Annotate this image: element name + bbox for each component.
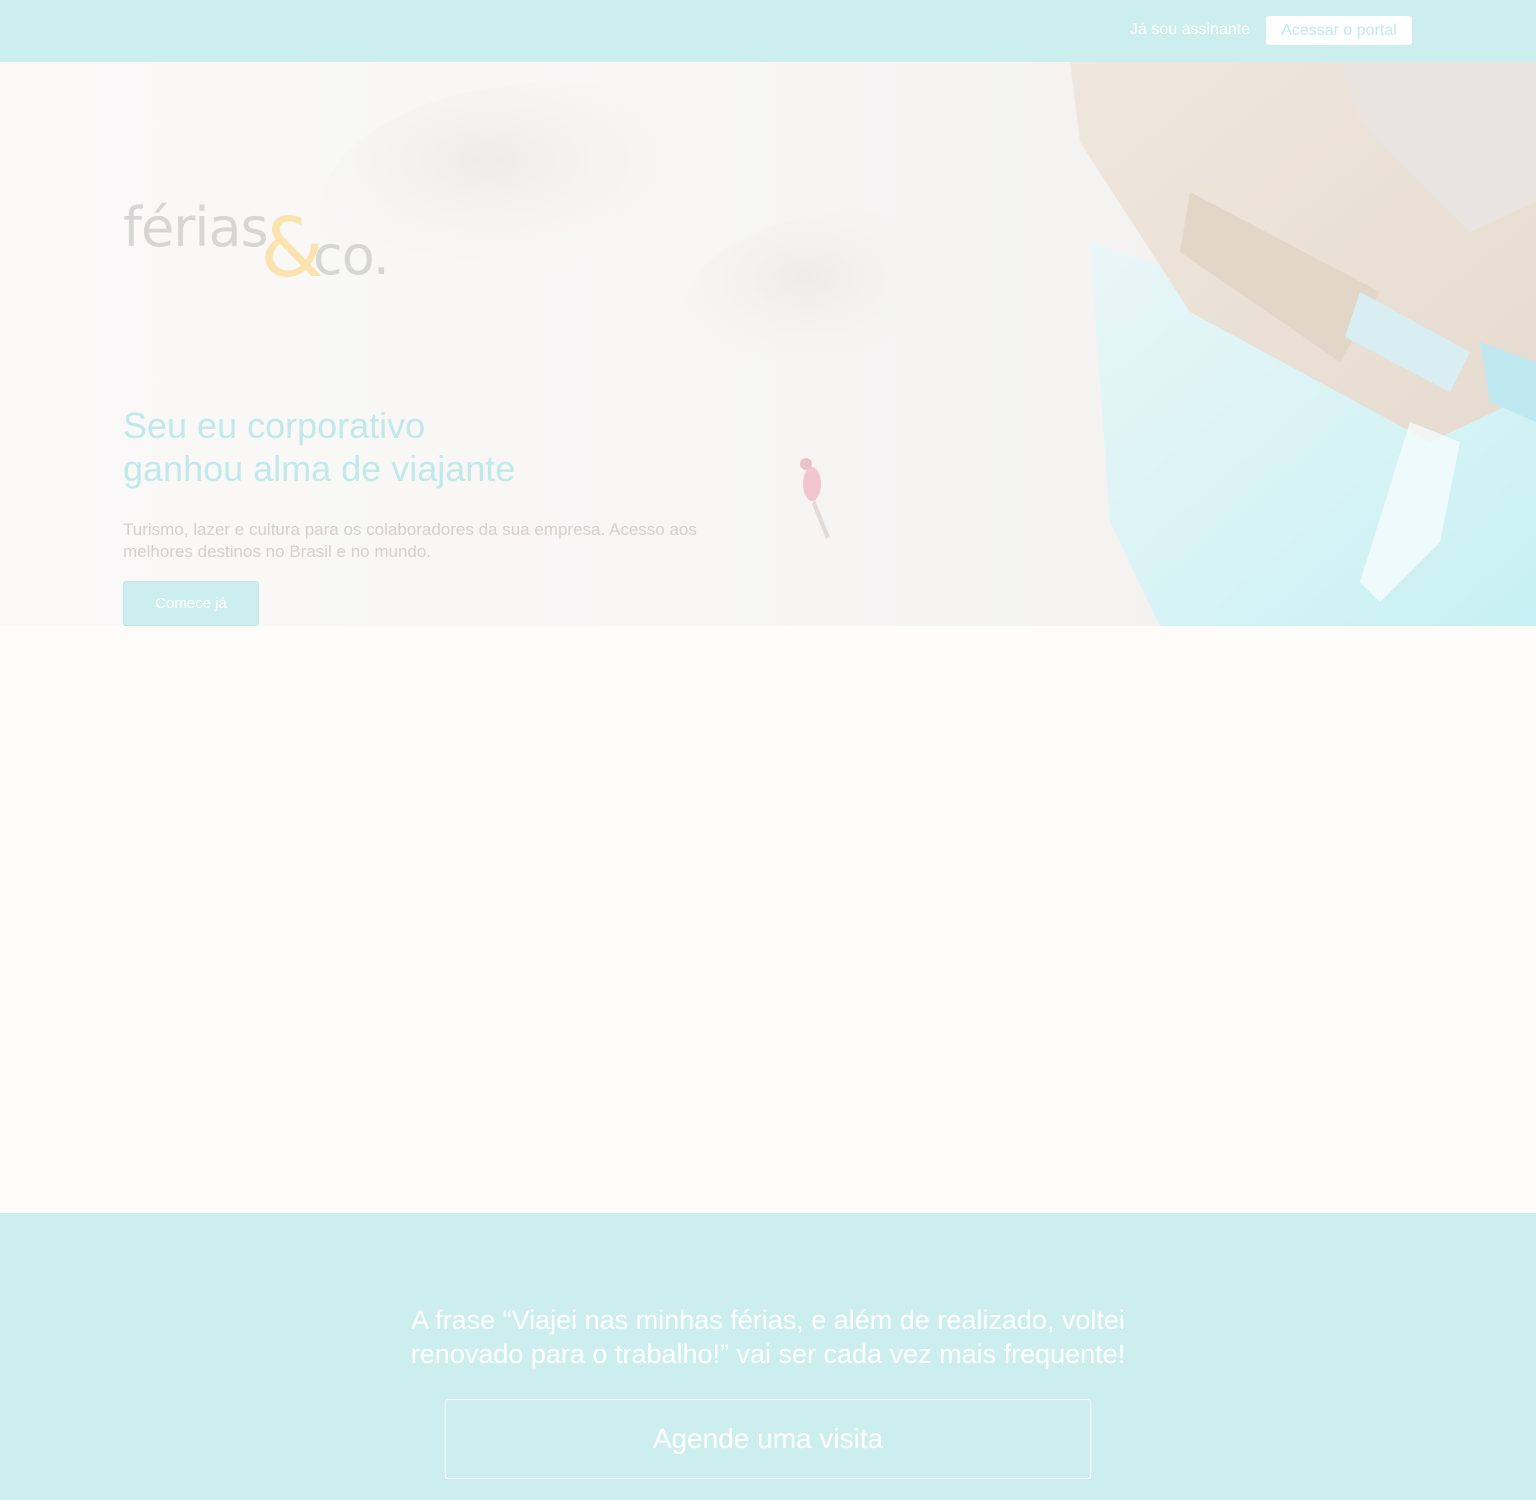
content-section	[0, 626, 1536, 1213]
already-subscriber-text: Já sou assinante	[1130, 21, 1251, 38]
ferias-co-logo[interactable]: férias & co.	[123, 196, 393, 294]
visit-cta-section: A frase “Viajei nas minhas férias, e alé…	[0, 1213, 1536, 1500]
hero-section: férias & co. Seu eu corporativo ganhou a…	[0, 62, 1536, 626]
logo-suffix: co.	[313, 224, 390, 287]
hero-subtitle: Turismo, lazer e cultura para os colabor…	[123, 520, 697, 561]
logo-word: férias	[123, 196, 269, 259]
testimonial-quote: A frase “Viajei nas minhas férias, e alé…	[368, 1303, 1168, 1371]
quote-line-2: renovado para o trabalho!” vai ser cada …	[410, 1339, 1126, 1369]
quote-line-1: A frase “Viajei nas minhas férias, e alé…	[411, 1305, 1125, 1335]
schedule-visit-button[interactable]: Agende uma visita	[445, 1399, 1091, 1479]
access-portal-button[interactable]: Acessar o portal	[1266, 16, 1412, 45]
hero-title: Seu eu corporativo ganhou alma de viajan…	[123, 404, 743, 490]
hero-title-line-2: ganhou alma de viajante	[123, 448, 516, 489]
top-bar: Já sou assinante Acessar o portal	[0, 0, 1536, 62]
start-now-button[interactable]: Comece já	[123, 581, 259, 626]
hero-title-line-1: Seu eu corporativo	[123, 405, 426, 446]
